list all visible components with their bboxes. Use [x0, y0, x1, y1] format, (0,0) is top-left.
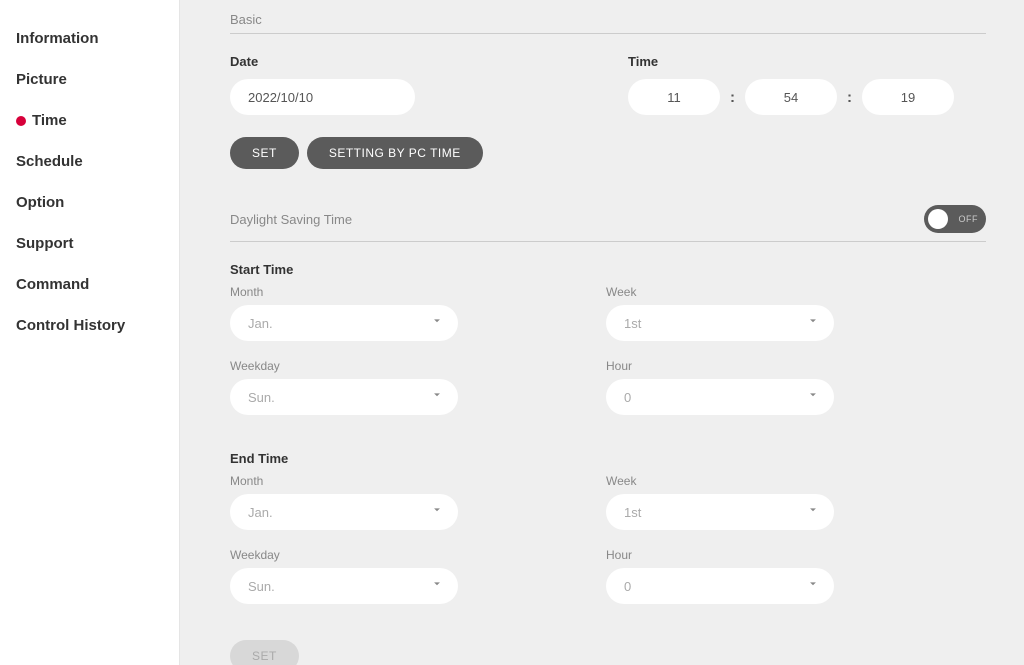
end-week-label: Week	[606, 474, 834, 488]
sidebar-item-information[interactable]: Information	[0, 18, 179, 59]
sidebar-item-option[interactable]: Option	[0, 182, 179, 223]
toggle-state-label: OFF	[959, 214, 979, 224]
sidebar-item-time[interactable]: Time	[0, 100, 179, 141]
time-separator: :	[847, 89, 852, 106]
sidebar-item-command[interactable]: Command	[0, 264, 179, 305]
time-separator: :	[730, 89, 735, 106]
sidebar-item-support[interactable]: Support	[0, 223, 179, 264]
dst-set-button[interactable]: SET	[230, 640, 299, 665]
second-input[interactable]	[862, 79, 954, 115]
end-month-select[interactable]	[230, 494, 458, 530]
start-month-label: Month	[230, 285, 458, 299]
end-month-label: Month	[230, 474, 458, 488]
set-by-pc-time-button[interactable]: SETTING BY PC TIME	[307, 137, 483, 169]
set-button[interactable]: SET	[230, 137, 299, 169]
end-week-select[interactable]	[606, 494, 834, 530]
start-week-select[interactable]	[606, 305, 834, 341]
start-time-title: Start Time	[230, 262, 986, 277]
start-weekday-select[interactable]	[230, 379, 458, 415]
end-hour-label: Hour	[606, 548, 834, 562]
dst-section-title: Daylight Saving Time	[230, 212, 352, 227]
dst-toggle[interactable]: OFF	[924, 205, 986, 233]
active-dot-icon	[16, 116, 26, 126]
sidebar-item-picture[interactable]: Picture	[0, 59, 179, 100]
date-input[interactable]	[230, 79, 415, 115]
time-label: Time	[628, 54, 986, 69]
sidebar-item-control-history[interactable]: Control History	[0, 305, 179, 346]
sidebar: Information Picture Time Schedule Option…	[0, 0, 180, 665]
end-weekday-select[interactable]	[230, 568, 458, 604]
end-weekday-label: Weekday	[230, 548, 458, 562]
toggle-knob-icon	[928, 209, 948, 229]
hour-input[interactable]	[628, 79, 720, 115]
end-hour-select[interactable]	[606, 568, 834, 604]
basic-section-title: Basic	[230, 12, 986, 34]
start-weekday-label: Weekday	[230, 359, 458, 373]
start-week-label: Week	[606, 285, 834, 299]
date-label: Date	[230, 54, 588, 69]
end-time-title: End Time	[230, 451, 986, 466]
content-area: Basic Date Time : : SET SETTING BY PC TI…	[180, 0, 1024, 665]
start-hour-label: Hour	[606, 359, 834, 373]
sidebar-item-schedule[interactable]: Schedule	[0, 141, 179, 182]
start-hour-select[interactable]	[606, 379, 834, 415]
minute-input[interactable]	[745, 79, 837, 115]
start-month-select[interactable]	[230, 305, 458, 341]
